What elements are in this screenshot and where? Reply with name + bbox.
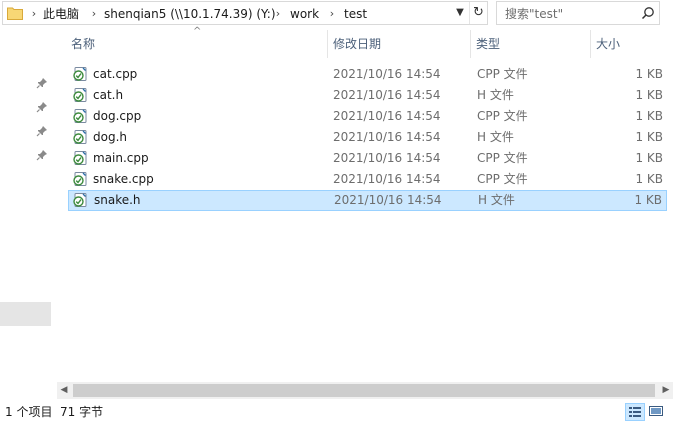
column-headers: ^ 名称 修改日期 类型 大小	[51, 26, 673, 58]
file-name: dog.cpp	[93, 109, 142, 123]
file-type: H 文件	[477, 130, 514, 144]
file-name: snake.cpp	[93, 172, 154, 186]
file-type: CPP 文件	[477, 109, 528, 123]
file-date: 2021/10/16 14:54	[333, 151, 441, 165]
details-view-button[interactable]	[625, 403, 645, 421]
scrollbar-thumb[interactable]	[73, 384, 655, 397]
scroll-right-arrow-icon[interactable]: ▶	[659, 382, 673, 399]
file-row[interactable]: dog.cpp 2021/10/16 14:54 CPP 文件 1 KB	[68, 106, 667, 127]
chevron-right-icon[interactable]: ›	[29, 6, 39, 22]
search-input[interactable]: 搜索"test"	[496, 1, 660, 25]
breadcrumb-work[interactable]: work	[290, 6, 319, 22]
file-type: H 文件	[478, 193, 515, 207]
pin-icon[interactable]	[36, 125, 48, 137]
column-header-name[interactable]: 名称	[65, 30, 327, 58]
source-file-icon	[72, 192, 88, 208]
file-date: 2021/10/16 14:54	[333, 130, 441, 144]
file-type: H 文件	[477, 88, 514, 102]
status-item-count: 1 个项目	[5, 405, 53, 419]
source-file-icon	[72, 129, 88, 145]
source-file-icon	[72, 171, 88, 187]
file-name: snake.h	[94, 193, 141, 207]
file-size: 1 KB	[635, 151, 663, 165]
search-icon[interactable]	[641, 6, 655, 20]
source-file-icon	[72, 87, 88, 103]
file-date: 2021/10/16 14:54	[333, 109, 441, 123]
file-row[interactable]: snake.cpp 2021/10/16 14:54 CPP 文件 1 KB	[68, 169, 667, 190]
navigation-pane	[0, 26, 51, 382]
pin-icon[interactable]	[36, 77, 48, 89]
column-header-type[interactable]: 类型	[470, 30, 590, 58]
pin-icon[interactable]	[36, 149, 48, 161]
chevron-right-icon[interactable]: ›	[273, 6, 283, 22]
file-type: CPP 文件	[477, 172, 528, 186]
file-name: main.cpp	[93, 151, 149, 165]
pin-icon[interactable]	[36, 101, 48, 113]
file-row[interactable]: main.cpp 2021/10/16 14:54 CPP 文件 1 KB	[68, 148, 667, 169]
address-bar[interactable]: › 此电脑 › shenqian5 (\\10.1.74.39) (Y:) › …	[2, 1, 488, 25]
refresh-icon[interactable]: ↻	[469, 2, 487, 24]
chevron-down-icon[interactable]: ▼	[451, 2, 469, 24]
chevron-right-icon[interactable]: ›	[89, 6, 99, 22]
breadcrumb-network-drive[interactable]: shenqian5 (\\10.1.74.39) (Y:)	[104, 6, 276, 22]
file-name: cat.h	[93, 88, 124, 102]
large-icons-view-icon	[649, 406, 663, 416]
details-view-icon	[629, 407, 641, 417]
scroll-left-arrow-icon[interactable]: ◀	[57, 382, 71, 399]
file-row[interactable]: snake.h 2021/10/16 14:54 H 文件 1 KB	[68, 190, 667, 211]
source-file-icon	[72, 108, 88, 124]
file-size: 1 KB	[634, 193, 662, 207]
file-date: 2021/10/16 14:54	[333, 88, 441, 102]
file-name: dog.h	[93, 130, 127, 144]
file-size: 1 KB	[635, 130, 663, 144]
file-explorer-window: › 此电脑 › shenqian5 (\\10.1.74.39) (Y:) › …	[0, 0, 673, 423]
status-selection-size: 71 字节	[60, 405, 104, 419]
horizontal-scrollbar[interactable]: ◀ ▶	[57, 382, 673, 399]
address-row: › 此电脑 › shenqian5 (\\10.1.74.39) (Y:) › …	[0, 0, 673, 26]
source-file-icon	[72, 66, 88, 82]
breadcrumb-test[interactable]: test	[344, 6, 367, 22]
file-row[interactable]: dog.h 2021/10/16 14:54 H 文件 1 KB	[68, 127, 667, 148]
breadcrumb-this-pc[interactable]: 此电脑	[43, 6, 79, 22]
file-size: 1 KB	[635, 109, 663, 123]
search-placeholder: 搜索"test"	[505, 7, 564, 21]
file-size: 1 KB	[635, 172, 663, 186]
chevron-right-icon[interactable]: ›	[327, 6, 337, 22]
folder-icon	[7, 7, 23, 20]
file-size: 1 KB	[635, 67, 663, 81]
column-header-date[interactable]: 修改日期	[327, 30, 470, 58]
column-header-size[interactable]: 大小	[590, 30, 670, 58]
file-row[interactable]: cat.h 2021/10/16 14:54 H 文件 1 KB	[68, 85, 667, 106]
file-date: 2021/10/16 14:54	[333, 67, 441, 81]
file-type: CPP 文件	[477, 151, 528, 165]
status-bar: 1 个项目 71 字节	[0, 401, 673, 423]
file-size: 1 KB	[635, 88, 663, 102]
file-type: CPP 文件	[477, 67, 528, 81]
file-date: 2021/10/16 14:54	[334, 193, 442, 207]
source-file-icon	[72, 150, 88, 166]
file-date: 2021/10/16 14:54	[333, 172, 441, 186]
file-list: cat.cpp 2021/10/16 14:54 CPP 文件 1 KB cat.h 20…	[68, 64, 667, 211]
nav-item-selected[interactable]	[0, 302, 51, 326]
large-icons-view-button[interactable]	[647, 403, 667, 421]
file-row[interactable]: cat.cpp 2021/10/16 14:54 CPP 文件 1 KB	[68, 64, 667, 85]
file-name: cat.cpp	[93, 67, 138, 81]
